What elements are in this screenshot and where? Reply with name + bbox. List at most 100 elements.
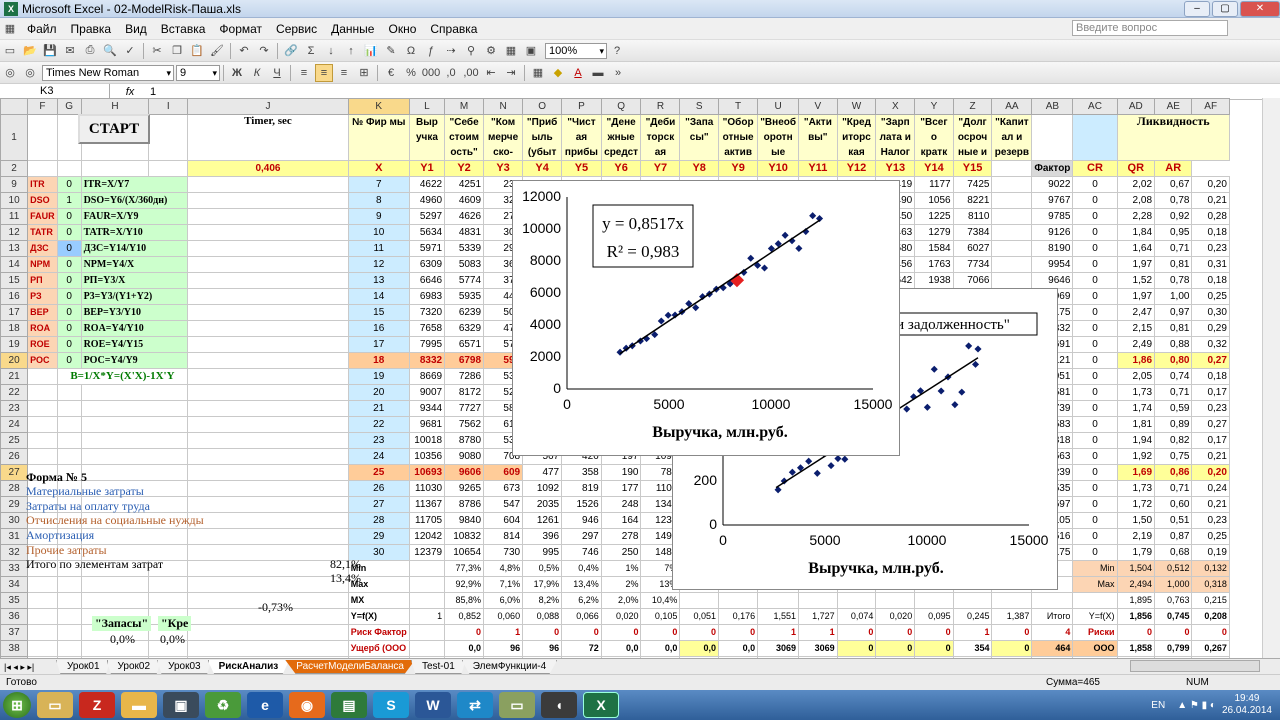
stat-cell[interactable]: 0,074 [836,608,877,625]
ratio-flag[interactable]: 1 [56,192,82,209]
filezilla-icon[interactable]: Z [79,692,115,718]
row-header[interactable]: 1 [0,114,29,161]
align-center-icon[interactable]: ≡ [315,63,333,82]
stat-cell[interactable]: 6,2% [561,592,602,609]
stat-cell[interactable]: 0 [914,624,954,641]
data-cell[interactable]: 190 [600,464,642,481]
column-header[interactable]: N [483,98,524,115]
data-cell[interactable]: 1,73 [1116,384,1156,401]
stat-cell[interactable]: 0,318 [1191,576,1230,593]
ratio-header[interactable]: CR [1072,160,1118,177]
cell[interactable] [27,592,58,609]
cell[interactable] [56,624,82,641]
ratio-formula[interactable]: P3=Y3/(Y1+Y2) [80,288,189,305]
data-cell[interactable]: 0 [1072,528,1118,545]
ratio-formula[interactable]: DSO=Y6/(X/360дн) [80,192,189,209]
menu-item[interactable]: Данные [324,22,381,36]
function-icon[interactable]: ƒ [422,42,440,60]
variable-label[interactable]: Y6 [600,160,642,177]
stat-cell[interactable]: 0,799 [1154,640,1193,657]
data-cell[interactable]: 8780 [444,432,485,449]
ratio-formula[interactable]: BEP=Y3/Y10 [80,304,189,321]
cell[interactable] [187,496,349,513]
sheet-tab[interactable]: РасчетМоделиБаланса [285,660,415,674]
help-icon[interactable]: ? [608,42,626,60]
data-cell[interactable]: 1,94 [1116,432,1156,449]
data-cell[interactable]: 1177 [914,176,954,193]
merge-icon[interactable]: ⊞ [355,64,373,82]
row-header[interactable]: 30 [0,512,29,529]
stat-cell[interactable]: 0,208 [1191,608,1230,625]
data-cell[interactable]: 1,00 [1154,288,1193,305]
stat-cell[interactable]: 6,0% [483,592,524,609]
cell[interactable] [187,544,349,561]
stat-cell[interactable]: 0 [875,640,916,657]
data-cell[interactable]: 8221 [952,192,993,209]
cell[interactable] [187,208,349,225]
data-cell[interactable]: 0,20 [1191,464,1230,481]
cell[interactable] [187,528,349,545]
cell[interactable] [80,416,189,433]
data-cell[interactable]: 4251 [444,176,485,193]
column-title[interactable]: "Запа сы" [679,114,720,161]
data-cell[interactable]: 0,89 [1154,416,1193,433]
stat-cell[interactable]: 2,494 [1116,576,1156,593]
stat-cell[interactable] [408,640,446,657]
cell[interactable] [187,416,349,433]
column-title[interactable]: "Обор отные актив [718,114,759,161]
data-cell[interactable]: 0,24 [1191,480,1230,497]
ratio-flag[interactable]: 0 [56,224,82,241]
data-cell[interactable]: 0,71 [1154,240,1193,257]
stat-cell[interactable] [757,592,800,609]
data-cell[interactable]: 1,92 [1116,448,1156,465]
data-cell[interactable]: 0,23 [1191,240,1230,257]
stat-cell[interactable]: 0,105 [640,608,681,625]
data-cell[interactable]: 18 [347,352,410,369]
italic-icon[interactable]: К [248,64,266,82]
column-header[interactable]: AD [1116,98,1156,115]
font-color-icon[interactable]: A [569,64,587,82]
column-title[interactable]: "Акти вы" [798,114,838,161]
language-indicator[interactable]: EN [1151,700,1165,711]
data-cell[interactable]: 5339 [444,240,485,257]
ratio-header[interactable]: QR [1116,160,1156,177]
stat-cell[interactable] [1072,592,1118,609]
data-cell[interactable]: 0,18 [1191,368,1230,385]
data-cell[interactable]: 0,97 [1154,304,1193,321]
variable-label[interactable]: Y4 [522,160,563,177]
data-cell[interactable]: 2,49 [1116,336,1156,353]
stat-cell[interactable]: 0 [444,624,485,641]
data-cell[interactable]: 0,71 [1154,384,1193,401]
cell[interactable] [1031,114,1074,161]
stat-cell[interactable]: 0 [561,624,602,641]
data-cell[interactable]: 297 [561,528,602,545]
data-cell[interactable]: 0,29 [1191,320,1230,337]
stat-cell[interactable]: 0,176 [718,608,759,625]
data-cell[interactable]: 2,05 [1116,368,1156,385]
ratio-flag[interactable]: 0 [56,320,82,337]
data-cell[interactable]: 2035 [522,496,563,513]
currency-icon[interactable]: € [382,64,400,82]
cell[interactable] [187,448,349,465]
data-cell[interactable]: 28 [347,512,410,529]
cell[interactable] [56,576,82,593]
ratio-formula[interactable]: ROE=Y4/Y15 [80,336,189,353]
data-cell[interactable]: 0,87 [1154,528,1193,545]
data-cell[interactable]: 1,84 [1116,224,1156,241]
data-cell[interactable]: 10356 [408,448,446,465]
data-cell[interactable]: 9007 [408,384,446,401]
data-cell[interactable] [991,192,1033,209]
data-cell[interactable]: 2,08 [1116,192,1156,209]
cell[interactable] [148,114,189,161]
stat-cell[interactable]: 92,9% [444,576,485,593]
stat-cell[interactable]: Min [1072,560,1118,577]
row-header[interactable]: 24 [0,416,29,433]
stat-cell[interactable]: 0,0 [679,640,720,657]
column-header[interactable]: Y [914,98,954,115]
cell[interactable] [187,400,349,417]
notes-icon[interactable]: ▭ [499,692,535,718]
ratio-flag[interactable]: 0 [56,176,82,193]
ratio-formula[interactable]: ДЗС=Y14/Y10 [80,240,189,257]
data-cell[interactable]: 15 [347,304,410,321]
stat-cell[interactable]: 0 [836,640,877,657]
